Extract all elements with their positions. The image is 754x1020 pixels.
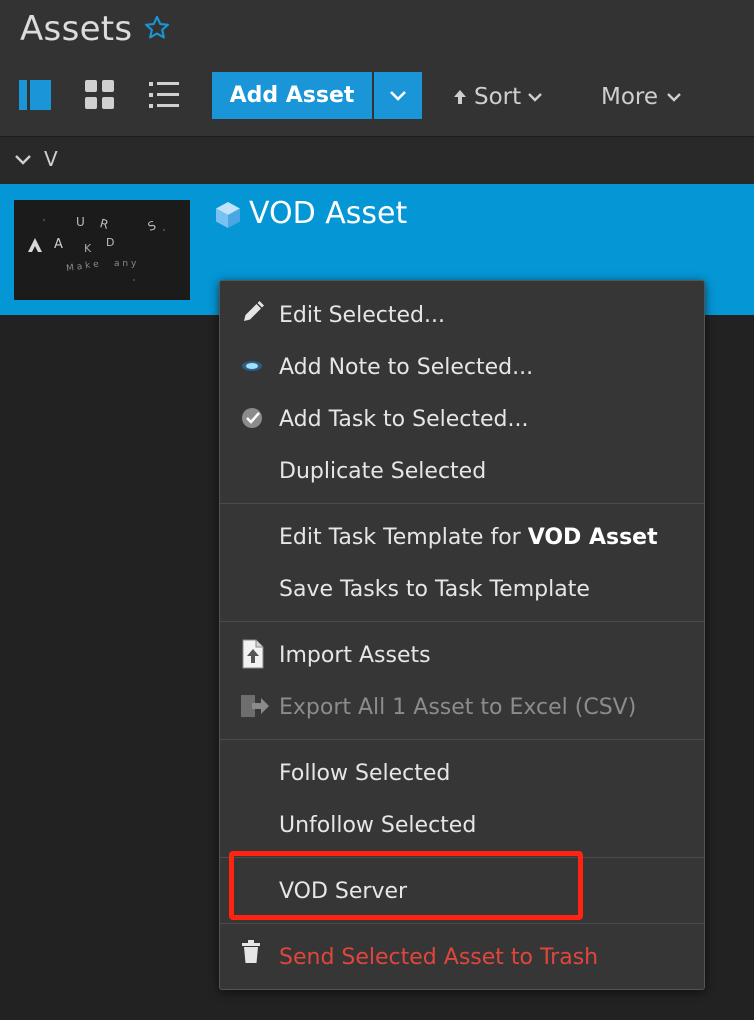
add-asset-button[interactable]: Add Asset [212,72,372,119]
menu-divider [220,923,704,924]
toolbar: Assets Add Asset Sort More [0,0,754,136]
list-view-icon[interactable] [149,80,183,114]
svg-text:A: A [54,237,63,252]
sort-button[interactable]: Sort [452,84,543,110]
svg-text:a n y: a n y [114,259,137,269]
chevron-down-icon [528,93,543,102]
svg-text:D: D [106,236,114,249]
menu-item-edit-task-template[interactable]: Edit Task Template for VOD Asset [279,525,658,550]
trash-icon [240,939,266,965]
chevron-down-icon [667,93,681,102]
menu-item-unfollow[interactable]: Unfollow Selected [279,813,476,838]
menu-divider [220,503,704,504]
menu-divider [220,621,704,622]
edit-task-template-label: Edit Task Template for [279,525,528,550]
page-title: Assets [20,9,133,49]
menu-item-follow[interactable]: Follow Selected [279,761,450,786]
add-asset-dropdown-button[interactable] [374,72,422,119]
menu-item-edit-selected[interactable]: Edit Selected... [279,303,445,328]
menu-item-import-assets[interactable]: Import Assets [279,643,431,668]
menu-item-duplicate[interactable]: Duplicate Selected [279,459,486,484]
asset-name[interactable]: VOD Asset [249,196,407,231]
menu-item-add-note[interactable]: Add Note to Selected... [279,355,533,380]
svg-text:K: K [84,242,92,255]
group-label: V [44,147,58,171]
import-file-icon [240,639,266,669]
list-detail-view-icon[interactable] [19,80,53,114]
edit-task-template-target: VOD Asset [527,525,658,550]
export-icon [240,693,269,719]
menu-item-export-csv: Export All 1 Asset to Excel (CSV) [279,695,637,720]
menu-item-save-tasks[interactable]: Save Tasks to Task Template [279,577,590,602]
menu-item-trash[interactable]: Send Selected Asset to Trash [279,945,598,970]
asset-thumbnail[interactable]: A U R K D S M a k e a n y [14,200,190,300]
menu-item-add-task[interactable]: Add Task to Selected... [279,407,529,432]
more-button[interactable]: More [601,84,682,110]
highlight-box [229,851,583,920]
chevron-down-icon [15,155,31,165]
svg-text:U: U [76,215,85,229]
more-label: More [601,84,659,110]
task-check-icon [240,405,266,431]
chevron-down-icon [390,90,406,101]
pencil-icon [240,299,266,325]
grid-view-icon[interactable] [85,80,119,114]
sort-label: Sort [474,84,522,110]
star-icon[interactable] [143,14,171,46]
asset-cube-icon [213,200,243,234]
group-header[interactable]: V [0,136,754,185]
menu-divider [220,739,704,740]
note-icon [240,353,266,379]
sort-arrow-icon [454,90,466,104]
